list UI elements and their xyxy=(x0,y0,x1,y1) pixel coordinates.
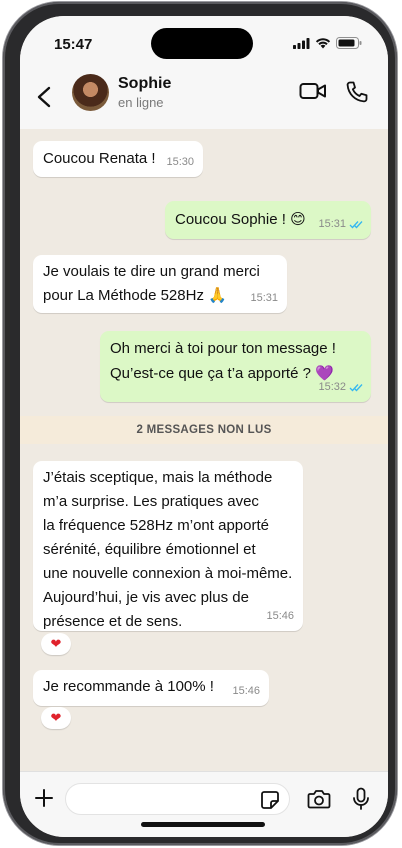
battery-icon xyxy=(336,37,362,49)
message-time-text: 15:31 xyxy=(250,292,278,304)
camera-button[interactable] xyxy=(307,789,331,814)
message-bubble[interactable]: Coucou Sophie ! 😊 15:31 xyxy=(165,201,371,239)
message-time-text: 15:30 xyxy=(166,156,194,168)
avatar[interactable] xyxy=(72,74,109,111)
status-time: 15:47 xyxy=(54,36,93,53)
chat-header: Sophie en ligne xyxy=(20,66,388,130)
message-input-bar xyxy=(20,771,388,837)
heart-reaction[interactable]: ❤ xyxy=(41,707,71,729)
dynamic-island xyxy=(151,28,253,59)
unread-messages-banner: 2 MESSAGES NON LUS xyxy=(20,416,388,444)
chat-area[interactable]: Coucou Renata ! 15:30 Coucou Sophie ! 😊 … xyxy=(20,129,388,771)
video-call-button[interactable] xyxy=(299,80,327,107)
status-bar: 15:47 xyxy=(20,16,388,66)
message-time: 15:30 xyxy=(166,150,194,174)
message-bubble[interactable]: Coucou Renata ! 15:30 xyxy=(33,141,203,177)
message-bubble[interactable]: Je voulais te dire un grand merci pour L… xyxy=(33,255,287,313)
microphone-icon xyxy=(353,787,369,810)
attach-button[interactable] xyxy=(34,788,54,813)
phone-call-icon xyxy=(346,81,368,103)
signal-icon xyxy=(293,37,310,49)
microphone-button[interactable] xyxy=(352,787,370,816)
message-bubble[interactable]: Je recommande à 100% ! 15:46 xyxy=(33,670,269,706)
status-icons xyxy=(293,37,362,49)
heart-reaction[interactable]: ❤ xyxy=(41,633,71,655)
sticker-button[interactable] xyxy=(260,790,280,815)
video-call-icon xyxy=(299,83,326,99)
contact-name[interactable]: Sophie xyxy=(118,75,171,93)
message-time: 15:32 xyxy=(318,375,364,399)
double-check-icon xyxy=(349,220,363,228)
back-arrow-icon xyxy=(37,86,51,108)
message-time-text: 15:46 xyxy=(232,685,260,697)
plus-icon xyxy=(35,789,53,807)
screen: 15:47 Sophie en ligne Coucou Renata ! 15… xyxy=(20,16,388,837)
sticker-icon xyxy=(261,791,279,809)
message-time: 15:46 xyxy=(232,679,260,703)
message-text: Coucou Renata ! xyxy=(43,150,156,167)
phone-frame: 15:47 Sophie en ligne Coucou Renata ! 15… xyxy=(3,2,397,845)
message-time-text: 15:31 xyxy=(318,218,346,230)
message-text: Oh merci à toi pour ton message ! Qu’est… xyxy=(110,340,336,382)
phone-call-button[interactable] xyxy=(345,80,369,109)
message-time: 15:31 xyxy=(250,286,278,310)
message-text: Je recommande à 100% ! xyxy=(43,678,214,695)
back-button[interactable] xyxy=(30,80,60,114)
message-time: 15:31 xyxy=(318,212,364,236)
message-time-text: 15:46 xyxy=(266,610,294,622)
message-bubble[interactable]: Oh merci à toi pour ton message ! Qu’est… xyxy=(100,331,371,402)
message-text: Coucou Sophie ! 😊 xyxy=(175,211,306,228)
message-text: J’étais sceptique, mais la méthode m’a s… xyxy=(43,469,293,630)
wifi-icon xyxy=(315,38,331,49)
message-text: Je voulais te dire un grand merci pour L… xyxy=(43,263,260,304)
message-time-text: 15:32 xyxy=(318,381,346,393)
home-indicator[interactable] xyxy=(141,822,265,827)
double-check-icon xyxy=(349,383,363,391)
message-bubble[interactable]: J’étais sceptique, mais la méthode m’a s… xyxy=(33,461,303,631)
contact-status: en ligne xyxy=(118,95,164,110)
camera-icon xyxy=(307,790,331,809)
message-time: 15:46 xyxy=(266,604,294,628)
message-input[interactable] xyxy=(65,783,290,815)
